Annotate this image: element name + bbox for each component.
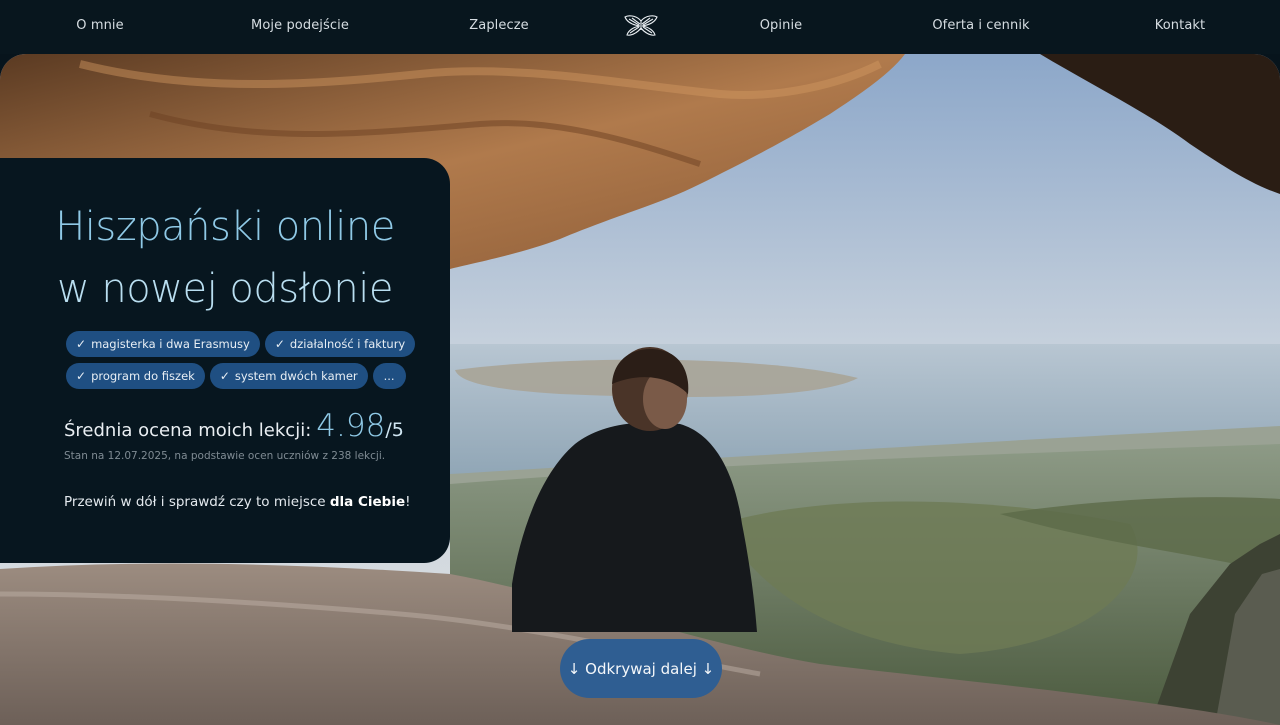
- nav-link-o-mnie[interactable]: O mnie: [76, 18, 123, 33]
- nav-link-kontakt[interactable]: Kontakt: [1155, 18, 1205, 33]
- tag-dzialalnosc[interactable]: ✓ działalność i faktury: [264, 331, 416, 357]
- feature-tags: ✓ magisterka i dwa Erasmusy ✓ działalnoś…: [66, 331, 416, 395]
- scroll-invitation-highlight: dla Ciebie: [329, 494, 406, 510]
- tag-more-button[interactable]: ...: [372, 363, 406, 389]
- butterfly-logo-icon[interactable]: [624, 15, 658, 37]
- discover-more-button[interactable]: ↓ Odkrywaj dalej ↓: [560, 639, 722, 698]
- scroll-invitation: Przewiń w dół i sprawdź czy to miejsce d…: [64, 494, 411, 510]
- nav-link-opinie[interactable]: Opinie: [760, 18, 803, 33]
- scroll-invitation-prefix: Przewiń w dół i sprawdź czy to miejsce: [64, 494, 330, 510]
- nav-link-oferta-i-cennik[interactable]: Oferta i cennik: [932, 18, 1029, 33]
- tag-magisterka[interactable]: ✓ magisterka i dwa Erasmusy: [66, 331, 260, 357]
- intro-card: Hiszpański online w nowej odsłonie ✓ mag…: [0, 158, 450, 563]
- top-navigation: O mnie Moje podejście Zaplecze Opinie Of…: [0, 0, 1280, 54]
- tag-system-dwoch-kamer[interactable]: ✓ system dwóch kamer: [209, 363, 368, 389]
- check-icon: ✓: [76, 337, 87, 351]
- rating-value: 4.98: [316, 408, 386, 444]
- rating-note: Stan na 12.07.2025, na podstawie ocen uc…: [64, 450, 386, 462]
- tag-label: system dwóch kamer: [234, 369, 358, 383]
- check-icon: ✓: [76, 369, 87, 383]
- rating-label: Średnia ocena moich lekcji:: [64, 420, 312, 441]
- rating-max: /5: [385, 419, 404, 441]
- hero-title-line-1: Hiszpański online: [55, 204, 395, 250]
- average-rating: Średnia ocena moich lekcji: 4.98/5: [64, 408, 404, 444]
- nav-link-zaplecze[interactable]: Zaplecze: [469, 18, 529, 33]
- tag-label: magisterka i dwa Erasmusy: [91, 337, 250, 351]
- tag-label: działalność i faktury: [289, 337, 406, 351]
- nav-link-moje-podejscie[interactable]: Moje podejście: [251, 18, 349, 33]
- tag-program-do-fiszek[interactable]: ✓ program do fiszek: [66, 363, 205, 389]
- check-icon: ✓: [274, 337, 285, 351]
- tag-label: program do fiszek: [91, 369, 195, 383]
- check-icon: ✓: [219, 369, 230, 383]
- scroll-invitation-suffix: !: [405, 494, 411, 510]
- hero-title-line-2: w nowej odsłonie: [56, 266, 394, 312]
